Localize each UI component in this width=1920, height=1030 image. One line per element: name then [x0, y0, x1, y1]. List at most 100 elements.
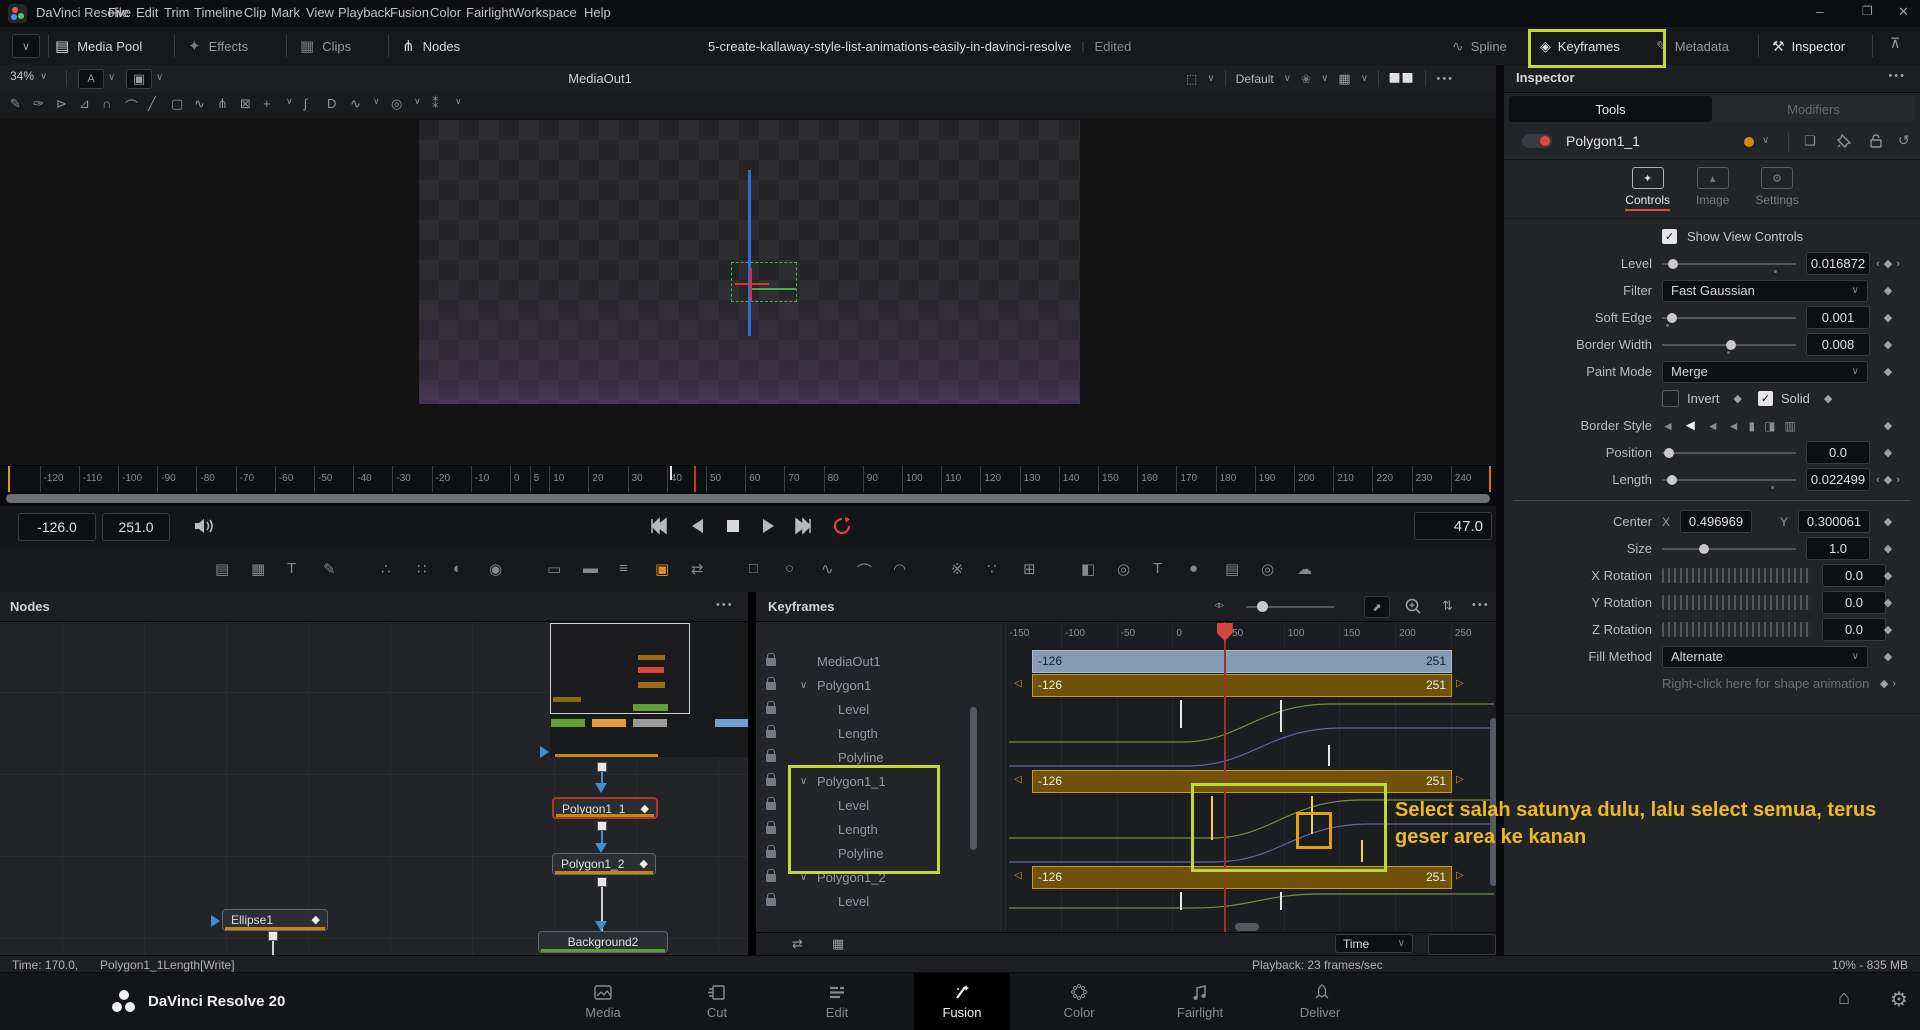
- set-keyframe-icon[interactable]: ◆: [1884, 515, 1892, 528]
- border-style-option-3[interactable]: ◄: [1728, 419, 1740, 433]
- spline-curves[interactable]: [1002, 698, 1500, 770]
- center-x-field[interactable]: 0.496969: [1680, 510, 1752, 533]
- node-output-connector[interactable]: [597, 762, 607, 772]
- menu-file[interactable]: File: [108, 5, 129, 20]
- lock-icon[interactable]: [766, 658, 776, 666]
- tool-shape3d[interactable]: ◧: [1081, 560, 1095, 578]
- tab-modifiers[interactable]: Modifiers: [1712, 96, 1915, 122]
- lock-icon[interactable]: [766, 826, 776, 834]
- invert-checkbox[interactable]: [1662, 390, 1679, 407]
- kf-playhead-head[interactable]: [1217, 623, 1233, 641]
- track-row-level[interactable]: Level: [756, 698, 1002, 722]
- chevron-down-icon[interactable]: ∨: [1361, 73, 1368, 84]
- keyframe-bar-mediaout1[interactable]: -126251: [1032, 650, 1452, 673]
- slider-thumb[interactable]: [1667, 475, 1677, 485]
- set-keyframe-icon[interactable]: ◆: [1824, 392, 1832, 405]
- tab-tools[interactable]: Tools: [1509, 96, 1712, 122]
- value-field[interactable]: 0.008: [1806, 333, 1870, 356]
- crosshair-horizontal[interactable]: [735, 283, 769, 285]
- set-keyframe-icon[interactable]: ◆: [1880, 677, 1888, 690]
- range-out-field[interactable]: 251.0: [102, 513, 170, 541]
- draw-tool-1[interactable]: ✑: [33, 96, 44, 112]
- tool-sphere[interactable]: ◎: [1117, 560, 1130, 578]
- subtab-image[interactable]: ▴Image: [1696, 160, 1729, 218]
- border-style-option-4[interactable]: ▮: [1749, 419, 1756, 433]
- toolbar-button-effects[interactable]: ✦Effects: [188, 33, 248, 59]
- toolbar-button-spline[interactable]: ∿Spline: [1452, 33, 1507, 59]
- spreadsheet-icon[interactable]: ▦: [832, 936, 844, 952]
- draw-tool-19[interactable]: ⁑: [432, 96, 439, 112]
- sort-icon[interactable]: ⇅: [1442, 598, 1453, 614]
- menu-timeline[interactable]: Timeline: [194, 5, 243, 20]
- tool-particles[interactable]: ∴: [381, 560, 391, 578]
- zoom-slider-thumb[interactable]: [1257, 601, 1268, 612]
- go-to-start-button[interactable]: [648, 516, 672, 536]
- node-output-connector[interactable]: [268, 931, 278, 941]
- z-rotation-thumbwheel[interactable]: [1662, 622, 1812, 637]
- prev-keyframe-icon[interactable]: ‹: [1876, 258, 1880, 270]
- set-keyframe-icon[interactable]: ◆: [1884, 446, 1892, 459]
- zoom-tool-icon[interactable]: [1404, 597, 1422, 615]
- chevron-down-icon[interactable]: ∨: [1207, 73, 1214, 84]
- next-keyframe-icon[interactable]: ›: [1892, 678, 1896, 690]
- axis-x-line[interactable]: [752, 288, 796, 290]
- tool-dissolve[interactable]: ⇄: [691, 560, 704, 578]
- current-frame-field[interactable]: 47.0: [1414, 512, 1492, 540]
- timeline-scrollbar[interactable]: [0, 492, 1496, 506]
- lock-icon[interactable]: [766, 874, 776, 882]
- window-minimize-button[interactable]: –: [1816, 3, 1824, 19]
- menu-workspace[interactable]: Workspace: [512, 5, 577, 20]
- shape-animation-hint[interactable]: Right-click here for shape animation: [1662, 676, 1869, 691]
- reset-icon[interactable]: ↺: [1898, 132, 1910, 149]
- show-page-toolbar-icon[interactable]: ⊼: [1890, 35, 1900, 52]
- playhead-line[interactable]: [694, 466, 696, 493]
- tool-grid-dots[interactable]: ∷: [417, 560, 427, 578]
- draw-tool-6[interactable]: ╱: [148, 96, 156, 112]
- draw-tool-17[interactable]: ◎: [391, 96, 402, 112]
- page-deliver[interactable]: Deliver: [1272, 973, 1368, 1030]
- dual-viewer-icon[interactable]: ⬜⬜: [1389, 73, 1415, 84]
- tool-media-in[interactable]: ▤: [215, 560, 229, 578]
- draw-tool-9[interactable]: ⋔: [217, 96, 228, 112]
- page-media[interactable]: Media: [555, 973, 651, 1030]
- spread-keyframes-icon[interactable]: ⇄: [792, 936, 803, 952]
- set-keyframe-icon[interactable]: ◆: [1884, 284, 1892, 297]
- lock-icon[interactable]: [766, 706, 776, 714]
- page-fusion[interactable]: Fusion: [914, 973, 1010, 1030]
- lock-icon[interactable]: [766, 730, 776, 738]
- selection-rect[interactable]: [731, 262, 797, 302]
- page-color[interactable]: Color: [1031, 973, 1127, 1030]
- go-to-end-button[interactable]: [790, 516, 814, 536]
- menu-color[interactable]: Color: [430, 5, 461, 20]
- menu-trim[interactable]: Trim: [164, 5, 190, 20]
- set-keyframe-icon[interactable]: ◆: [1884, 542, 1892, 555]
- track-row-length[interactable]: Length: [756, 722, 1002, 746]
- menu-mark[interactable]: Mark: [271, 5, 300, 20]
- tool-text3d[interactable]: T: [1153, 560, 1162, 577]
- border-style-option-5[interactable]: ◨: [1764, 419, 1775, 433]
- tool-blur[interactable]: ◐: [453, 560, 462, 577]
- keyframes-options-menu[interactable]: •••: [1472, 599, 1490, 611]
- viewer-options-menu[interactable]: •••: [1436, 73, 1454, 85]
- set-keyframe-icon[interactable]: ◆: [1884, 650, 1892, 663]
- extend-right-icon[interactable]: ▷: [1456, 870, 1464, 881]
- filter-dropdown[interactable]: Fast Gaussian∨: [1662, 280, 1868, 302]
- chevron-down-icon[interactable]: ∨: [286, 96, 293, 107]
- lock-icon[interactable]: [766, 802, 776, 810]
- crosshair-vertical[interactable]: [750, 268, 752, 302]
- node-output-connector[interactable]: [597, 821, 607, 831]
- window-maximize-button[interactable]: ❐: [1862, 4, 1873, 18]
- pin-icon[interactable]: [1836, 133, 1852, 149]
- draw-tool-13[interactable]: ʃ: [304, 96, 307, 111]
- inspector-options-menu[interactable]: •••: [1888, 70, 1906, 82]
- border-style-option-0[interactable]: ◄: [1662, 419, 1674, 433]
- set-keyframe-icon[interactable]: ◆: [1734, 392, 1742, 405]
- stop-button[interactable]: [722, 516, 746, 536]
- home-icon[interactable]: ⌂: [1838, 987, 1850, 1010]
- toolbar-button-inspector[interactable]: ⚒Inspector: [1772, 33, 1845, 59]
- tool-ellipse[interactable]: ○: [785, 560, 794, 577]
- tool-merge-stack[interactable]: ▬: [583, 560, 598, 577]
- tool-globe[interactable]: ●: [1189, 560, 1198, 577]
- border-style-option-2[interactable]: ◄: [1707, 419, 1719, 433]
- slider-thumb[interactable]: [1667, 313, 1677, 323]
